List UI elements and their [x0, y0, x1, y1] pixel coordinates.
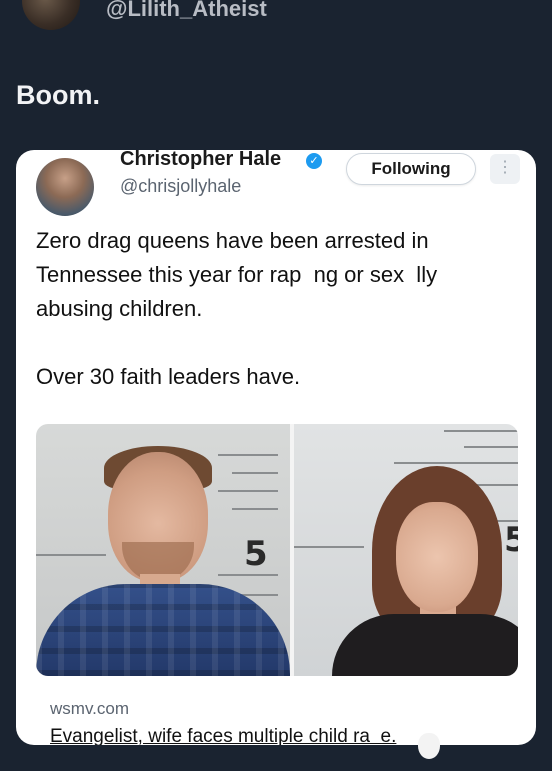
author-avatar[interactable]	[36, 158, 94, 216]
poster-handle[interactable]: @Lilith_Atheist	[106, 0, 267, 22]
following-button[interactable]: Following	[346, 153, 476, 185]
mugshot-woman: 5	[294, 424, 518, 676]
verified-badge-icon: ✓	[306, 153, 322, 169]
poster-avatar[interactable]	[22, 0, 80, 30]
author-name[interactable]: Christopher Hale	[120, 150, 281, 171]
scroll-indicator	[418, 733, 440, 759]
more-options-icon[interactable]: ⋮	[490, 154, 520, 184]
tweet-body: Zero drag queens have been arrested in T…	[36, 228, 438, 389]
link-domain[interactable]: wsmv.com	[50, 699, 129, 719]
link-title[interactable]: Evangelist, wife faces multiple child ra…	[50, 726, 396, 745]
mugshot-image[interactable]: 5 5	[36, 424, 518, 676]
ruler-number-right: 5	[504, 520, 518, 560]
quoted-tweet-card[interactable]: Christopher Hale ✓ @chrisjollyhale Follo…	[16, 150, 536, 745]
ruler-number-left: 5	[244, 534, 268, 574]
author-handle[interactable]: @chrisjollyhale	[120, 176, 241, 197]
mugshot-man: 5	[36, 424, 290, 676]
post-text: Boom.	[16, 80, 100, 110]
